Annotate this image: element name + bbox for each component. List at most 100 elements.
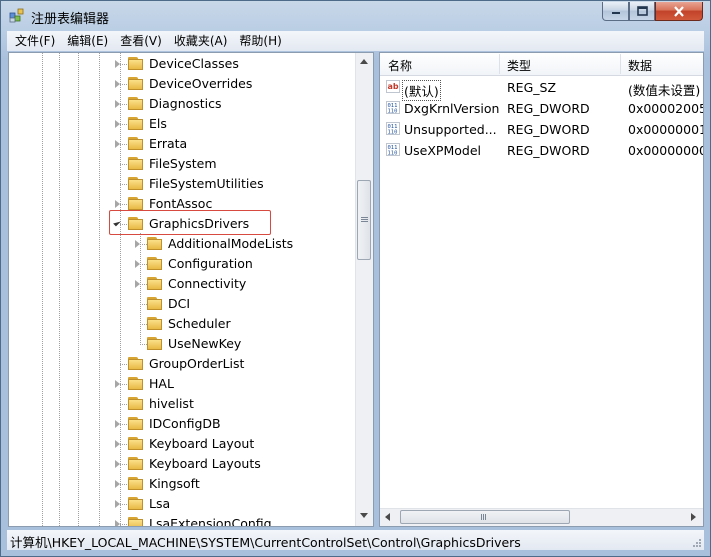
- tree-node-label: Keyboard Layouts: [149, 456, 261, 471]
- window-title: 注册表编辑器: [31, 12, 110, 27]
- collapse-arrow-icon[interactable]: [113, 218, 121, 227]
- expand-arrow-icon[interactable]: [115, 120, 120, 128]
- tree-node[interactable]: HAL: [9, 374, 349, 394]
- tree-node-label: Scheduler: [168, 316, 231, 331]
- expand-arrow-icon[interactable]: [115, 80, 120, 88]
- tree-node[interactable]: Keyboard Layout: [9, 434, 349, 454]
- scroll-up-icon[interactable]: [360, 59, 368, 64]
- tree-node[interactable]: DeviceOverrides: [9, 74, 349, 94]
- expand-arrow-icon[interactable]: [135, 260, 140, 268]
- tree-node[interactable]: Connectivity: [9, 274, 349, 294]
- maximize-button[interactable]: [629, 2, 655, 21]
- column-header-data[interactable]: 数据: [628, 57, 652, 74]
- expand-arrow-icon[interactable]: [115, 60, 120, 68]
- tree-node-label: Configuration: [168, 256, 253, 271]
- tree-node[interactable]: DCI: [9, 294, 349, 314]
- folder-icon: [128, 97, 144, 110]
- list-scroll-thumb[interactable]: [400, 510, 570, 524]
- column-header-name[interactable]: 名称: [388, 57, 412, 74]
- list-horizontal-scrollbar[interactable]: [380, 508, 703, 526]
- current-key-path: 计算机\HKEY_LOCAL_MACHINE\SYSTEM\CurrentCon…: [10, 535, 521, 550]
- value-name: Unsupported...: [404, 122, 497, 137]
- folder-icon: [128, 217, 144, 230]
- column-header-type[interactable]: 类型: [507, 57, 531, 74]
- scroll-right-icon[interactable]: [691, 513, 696, 521]
- menu-help[interactable]: 帮助(H): [233, 32, 287, 50]
- tree-node[interactable]: Configuration: [9, 254, 349, 274]
- title-bar[interactable]: 注册表编辑器: [1, 1, 710, 31]
- svg-text:110: 110: [388, 151, 398, 157]
- folder-icon: [147, 237, 163, 250]
- expand-arrow-icon[interactable]: [135, 280, 140, 288]
- tree-node[interactable]: Errata: [9, 134, 349, 154]
- scroll-left-icon[interactable]: [385, 513, 390, 521]
- expand-arrow-icon[interactable]: [115, 480, 120, 488]
- tree-node[interactable]: LsaExtensionConfig: [9, 514, 349, 527]
- folder-icon: [128, 57, 144, 70]
- menu-edit[interactable]: 编辑(E): [61, 32, 114, 50]
- minimize-button[interactable]: [602, 2, 629, 21]
- expand-arrow-icon[interactable]: [135, 240, 140, 248]
- tree-node-label: Errata: [149, 136, 188, 151]
- menu-view[interactable]: 查看(V): [114, 32, 168, 50]
- tree-node[interactable]: Els: [9, 114, 349, 134]
- resize-grip-icon[interactable]: [692, 538, 702, 548]
- folder-icon: [128, 437, 144, 450]
- registry-editor-window: 注册表编辑器 文件(F) 编辑(E) 查看(V) 收藏夹(A) 帮助(H) De…: [0, 0, 711, 557]
- expand-arrow-icon[interactable]: [115, 420, 120, 428]
- minimize-icon: [611, 12, 620, 14]
- maximize-icon: [636, 6, 648, 16]
- menu-file[interactable]: 文件(F): [9, 32, 61, 50]
- tree-node[interactable]: Scheduler: [9, 314, 349, 334]
- menu-bar: 文件(F) 编辑(E) 查看(V) 收藏夹(A) 帮助(H): [7, 31, 704, 51]
- folder-icon: [128, 117, 144, 130]
- expand-arrow-icon[interactable]: [115, 100, 120, 108]
- values-list-pane[interactable]: 名称 类型 数据 ab (默认) REG_SZ (数值未设置) 011 110 DxgKrn…: [379, 52, 704, 527]
- value-row[interactable]: ab (默认) REG_SZ (数值未设置): [380, 77, 703, 101]
- tree-node[interactable]: Diagnostics: [9, 94, 349, 114]
- value-row[interactable]: 011 110 Unsupported... REG_DWORD 0x00000001 …: [380, 119, 703, 140]
- expand-arrow-icon[interactable]: [115, 440, 120, 448]
- expand-arrow-icon[interactable]: [115, 380, 120, 388]
- tree-node[interactable]: FileSystem: [9, 154, 349, 174]
- tree-node-label: Kingsoft: [149, 476, 200, 491]
- tree-node[interactable]: IDConfigDB: [9, 414, 349, 434]
- tree-node[interactable]: AdditionalModeLists: [9, 234, 349, 254]
- expand-arrow-icon[interactable]: [115, 200, 120, 208]
- tree-node[interactable]: FileSystemUtilities: [9, 174, 349, 194]
- tree-node[interactable]: GroupOrderList: [9, 354, 349, 374]
- tree-vertical-scrollbar[interactable]: [355, 53, 373, 526]
- value-name: DxgKrnlVersion: [404, 101, 500, 116]
- tree-node[interactable]: GraphicsDrivers: [9, 214, 349, 234]
- expand-arrow-icon[interactable]: [115, 520, 120, 526]
- svg-text:110: 110: [388, 109, 398, 115]
- tree-node[interactable]: Keyboard Layouts: [9, 454, 349, 474]
- tree-node[interactable]: Kingsoft: [9, 474, 349, 494]
- close-button[interactable]: [655, 2, 703, 21]
- tree-node-label: Lsa: [149, 496, 171, 511]
- expand-arrow-icon[interactable]: [115, 460, 120, 468]
- tree-node[interactable]: hivelist: [9, 394, 349, 414]
- menu-favorites[interactable]: 收藏夹(A): [168, 32, 234, 50]
- folder-icon: [128, 137, 144, 150]
- tree-scroll-thumb[interactable]: [357, 180, 371, 260]
- tree-node-label: FileSystem: [149, 156, 217, 171]
- tree-node[interactable]: Lsa: [9, 494, 349, 514]
- tree-node-label: Connectivity: [168, 276, 247, 291]
- folder-icon: [128, 197, 144, 210]
- tree-node-label: GraphicsDrivers: [149, 216, 250, 231]
- tree-node[interactable]: UseNewKey: [9, 334, 349, 354]
- expand-arrow-icon[interactable]: [115, 140, 120, 148]
- expand-arrow-icon[interactable]: [115, 500, 120, 508]
- tree-node-label: LsaExtensionConfig: [149, 516, 272, 527]
- close-icon: [674, 5, 684, 17]
- value-type: REG_DWORD: [507, 122, 590, 137]
- key-tree-pane[interactable]: DeviceClasses DeviceOverrides Diagnostics E…: [8, 52, 374, 527]
- scroll-down-icon[interactable]: [360, 513, 368, 518]
- value-row[interactable]: 011110 UseXPModel REG_DWORD 0x00000000 (: [380, 140, 703, 161]
- value-row[interactable]: 011 110 DxgKrnlVersion REG_DWORD 0x00002005 …: [380, 98, 703, 119]
- tree-node[interactable]: FontAssoc: [9, 194, 349, 214]
- folder-icon: [128, 517, 144, 526]
- tree-node[interactable]: DeviceClasses: [9, 54, 349, 74]
- folder-icon: [128, 477, 144, 490]
